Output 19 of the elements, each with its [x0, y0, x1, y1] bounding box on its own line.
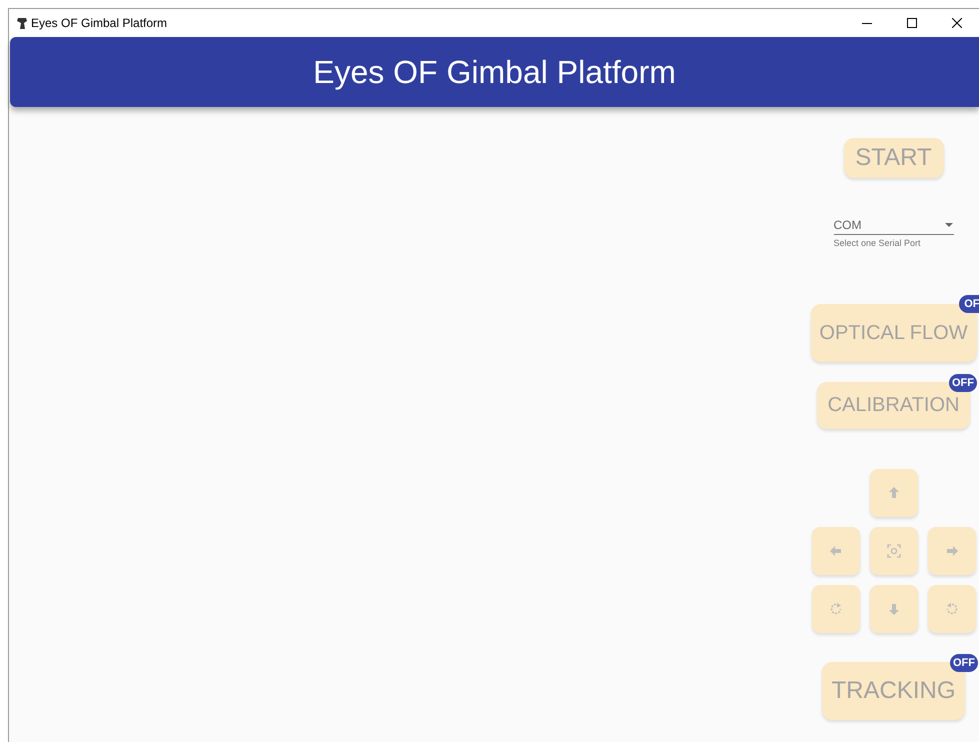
focus-icon: [886, 544, 900, 558]
down-arrow-icon: [886, 602, 900, 616]
port-dropdown[interactable]: COM: [834, 215, 954, 235]
app-icon: [16, 16, 28, 30]
status-badge: OFF: [949, 374, 977, 392]
dropdown-arrow-icon: [944, 222, 952, 226]
app-title: Eyes OF Gimbal Platform: [313, 53, 676, 92]
window-title: Eyes OF Gimbal Platform: [31, 15, 168, 32]
rotate-icon: [828, 602, 842, 616]
status-badge: OF: [959, 294, 979, 312]
minimize-icon: [862, 22, 872, 24]
helper-text: Select one Serial Port: [834, 237, 922, 250]
rotate-icon: [944, 602, 958, 616]
close-icon: [952, 18, 962, 28]
up-arrow-icon: [886, 486, 900, 500]
status-badge: OFF: [950, 654, 978, 672]
left-arrow-icon: [828, 544, 842, 558]
maximize-icon: [906, 18, 916, 28]
right-arrow-icon: [944, 544, 958, 558]
